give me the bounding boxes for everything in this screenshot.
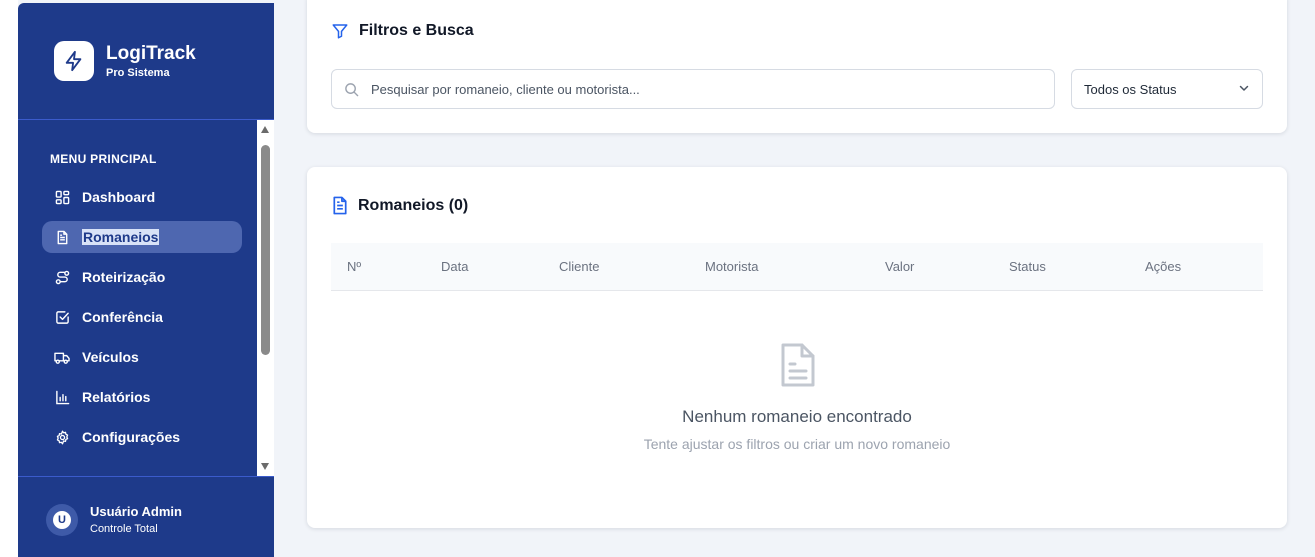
empty-state-title: Nenhum romaneio encontrado [682, 407, 912, 426]
search-input[interactable] [371, 81, 1031, 97]
scroll-down-arrow-icon[interactable] [261, 463, 269, 470]
sidebar-divider-bottom [18, 476, 274, 477]
empty-state-subtitle: Tente ajustar os filtros ou criar um nov… [643, 436, 951, 452]
filters-title: Filtros e Busca [359, 22, 474, 39]
sidebar-item-conferencia[interactable]: Conferência [42, 301, 242, 333]
lightning-logo-icon [54, 41, 94, 81]
window-edge [0, 0, 18, 557]
gear-icon [54, 429, 70, 445]
route-icon [54, 269, 70, 285]
bar-chart-icon [54, 389, 70, 405]
sidebar-item-roteirizacao[interactable]: Roteirização [42, 261, 242, 293]
empty-document-icon [779, 342, 817, 393]
user-name: Usuário Admin [90, 504, 182, 519]
column-header-numero[interactable]: Nº [347, 243, 361, 291]
search-box[interactable] [331, 69, 1055, 109]
column-header-cliente[interactable]: Cliente [559, 243, 599, 291]
sidebar-item-label: Roteirização [82, 269, 166, 285]
table-header: Nº Data Cliente Motorista Valor Status A… [331, 243, 1263, 291]
sidebar-item-label: Dashboard [82, 189, 156, 205]
filters-card: Filtros e Busca Todos os Status [307, 0, 1287, 133]
sidebar-item-label: Conferência [82, 309, 163, 325]
chevron-down-icon [1238, 82, 1250, 97]
sidebar-item-configuracoes[interactable]: Configurações [42, 421, 242, 453]
avatar-initial: U [53, 511, 71, 529]
brand-subtitle: Pro Sistema [106, 66, 170, 79]
search-icon [344, 82, 359, 97]
filters-title-row: Filtros e Busca [331, 22, 474, 40]
truck-icon [54, 349, 70, 365]
column-header-valor[interactable]: Valor [885, 243, 914, 291]
sidebar-item-label: Romaneios [82, 229, 160, 245]
column-header-acoes[interactable]: Ações [1145, 243, 1181, 291]
sidebar: LogiTrack Pro Sistema MENU PRINCIPAL Das… [18, 3, 274, 557]
romaneios-title: Romaneios (0) [358, 196, 469, 214]
sidebar-menu: MENU PRINCIPAL Dashboard Romaneios Rotei… [18, 120, 274, 476]
status-select-value: Todos os Status [1084, 81, 1177, 97]
sidebar-item-label: Relatórios [82, 389, 151, 405]
romaneios-card: Romaneios (0) Nº Data Cliente Motorista … [307, 167, 1287, 528]
filter-icon [331, 22, 349, 40]
sidebar-item-dashboard[interactable]: Dashboard [42, 181, 242, 213]
document-icon [54, 229, 70, 245]
column-header-data[interactable]: Data [441, 243, 468, 291]
status-select[interactable]: Todos os Status [1071, 69, 1263, 109]
scroll-thumb[interactable] [261, 145, 270, 355]
sidebar-item-romaneios[interactable]: Romaneios [42, 221, 242, 253]
romaneios-title-row: Romaneios (0) [331, 196, 468, 215]
checkbox-icon [54, 309, 70, 325]
sidebar-item-veiculos[interactable]: Veículos [42, 341, 242, 373]
brand[interactable]: LogiTrack Pro Sistema [54, 41, 196, 81]
column-header-motorista[interactable]: Motorista [705, 243, 758, 291]
sidebar-item-relatorios[interactable]: Relatórios [42, 381, 242, 413]
sidebar-item-label: Configurações [82, 429, 181, 445]
grid-icon [54, 189, 70, 205]
document-icon [331, 196, 349, 215]
brand-name: LogiTrack [106, 42, 196, 64]
column-header-status[interactable]: Status [1009, 243, 1046, 291]
avatar: U [46, 504, 78, 536]
user-role: Controle Total [90, 523, 158, 535]
scroll-up-arrow-icon[interactable] [261, 126, 269, 133]
menu-section-title: MENU PRINCIPAL [50, 152, 157, 166]
sidebar-scrollbar[interactable] [257, 120, 274, 476]
user-profile[interactable]: U Usuário Admin Controle Total [46, 503, 182, 537]
sidebar-item-label: Veículos [82, 349, 139, 365]
